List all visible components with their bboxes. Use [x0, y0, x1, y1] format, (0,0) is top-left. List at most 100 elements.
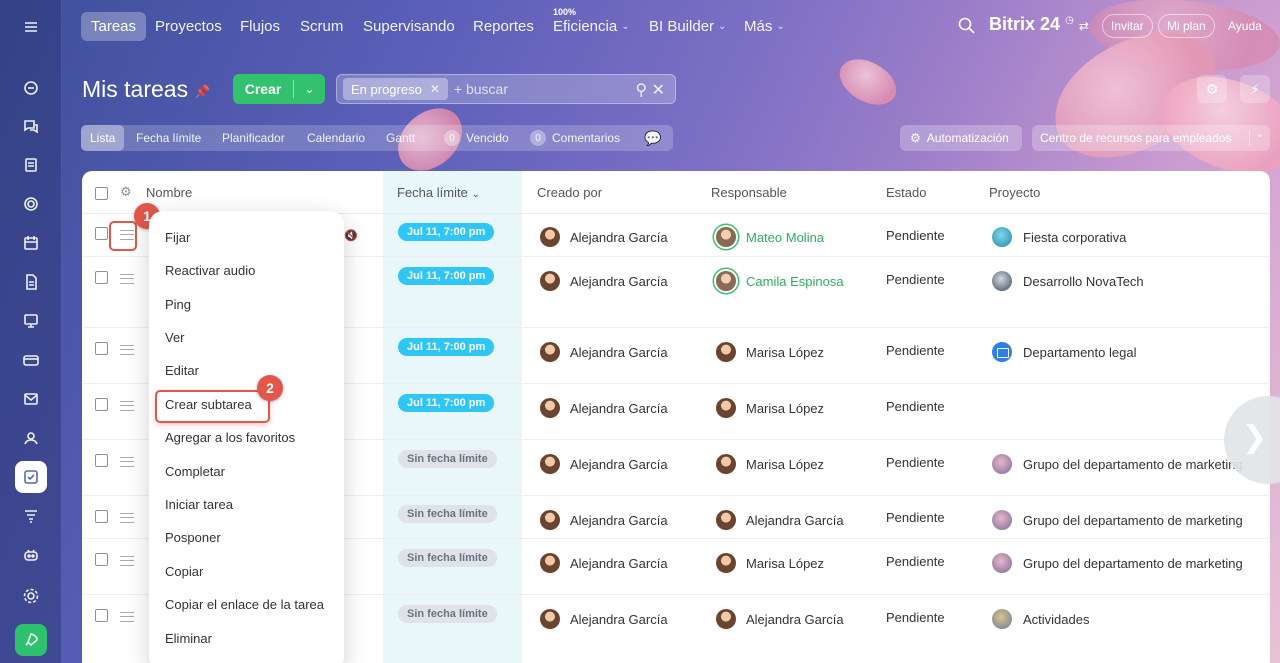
project[interactable]: Grupo del departamento de marketing	[992, 553, 1243, 573]
responsible[interactable]: Mateo Molina	[716, 227, 824, 247]
view-deadline[interactable]: Fecha límite	[136, 125, 201, 151]
menu-item-copiar-enlace[interactable]: Copiar el enlace de la tarea	[165, 597, 324, 612]
project[interactable]: Fiesta corporativa	[992, 227, 1126, 247]
row-checkbox[interactable]	[95, 454, 108, 467]
row-checkbox[interactable]	[95, 227, 108, 240]
column-header-responsible[interactable]: Responsable	[711, 185, 787, 200]
deadline-badge[interactable]: Sin fecha límite	[398, 450, 497, 468]
menu-item-eliminar[interactable]: Eliminar	[165, 631, 212, 646]
close-icon[interactable]: ✕	[430, 82, 440, 96]
tab-bi-builder[interactable]: BI Builder ⌄	[649, 12, 726, 41]
responsible[interactable]: Camila Espinosa	[716, 271, 844, 291]
brand-logo[interactable]: Bitrix 24 ◷ ⇄	[989, 14, 1089, 35]
menu-item-crear-subtarea[interactable]: Crear subtarea	[165, 397, 252, 412]
menu-item-iniciar-tarea[interactable]: Iniciar tarea	[165, 497, 233, 512]
tab-scrum[interactable]: Scrum	[300, 12, 343, 41]
menu-item-fijar[interactable]: Fijar	[165, 230, 190, 245]
select-all-checkbox[interactable]	[95, 187, 108, 200]
deadline-badge[interactable]: Jul 11, 7:00 pm	[398, 223, 495, 241]
responsible[interactable]: Marisa López	[716, 553, 824, 573]
search-input[interactable]: + buscar	[454, 81, 508, 97]
target-icon[interactable]	[15, 188, 47, 220]
menu-item-copiar[interactable]: Copiar	[165, 564, 203, 579]
rocket-icon[interactable]	[15, 624, 47, 656]
menu-item-posponer[interactable]: Posponer	[165, 530, 221, 545]
tab-flujos[interactable]: Flujos	[240, 12, 280, 41]
calendar-icon[interactable]	[15, 227, 47, 259]
task-search-bar[interactable]: En progreso ✕ + buscar ⚲ ✕	[336, 74, 676, 104]
chevron-down-icon[interactable]: ⌄	[1256, 129, 1264, 140]
deadline-badge[interactable]: Jul 11, 7:00 pm	[398, 267, 495, 285]
creator[interactable]: Alejandra García	[540, 342, 668, 362]
row-menu-icon[interactable]	[120, 457, 134, 467]
row-checkbox[interactable]	[95, 342, 108, 355]
lightning-icon[interactable]: ⚡	[1240, 75, 1270, 103]
filter-chip[interactable]: En progreso ✕	[343, 78, 448, 100]
row-checkbox[interactable]	[95, 553, 108, 566]
feed-icon[interactable]	[15, 72, 47, 104]
tab-proyectos[interactable]: Proyectos	[155, 12, 222, 41]
row-menu-icon[interactable]	[120, 556, 134, 566]
creator[interactable]: Alejandra García	[540, 454, 668, 474]
project[interactable]: Departamento legal	[992, 342, 1136, 362]
project[interactable]: Grupo del departamento de marketing	[992, 510, 1243, 530]
gear-icon[interactable]: ⚙	[1197, 75, 1227, 103]
invite-button[interactable]: Invitar	[1102, 14, 1153, 38]
filter-icon[interactable]	[15, 500, 47, 532]
column-header-status[interactable]: Estado	[886, 185, 926, 200]
resources-button[interactable]: Centro de recursos para empleados ⌄	[1032, 125, 1270, 151]
column-header-name[interactable]: Nombre	[146, 185, 192, 200]
deadline-badge[interactable]: Jul 11, 7:00 pm	[398, 338, 495, 356]
tab-supervisando[interactable]: Supervisando	[363, 12, 455, 41]
project[interactable]: Desarrollo NovaTech	[992, 271, 1144, 291]
gear-icon[interactable]: ⚙	[120, 184, 132, 200]
robot-icon[interactable]	[15, 539, 47, 571]
my-plan-button[interactable]: Mi plan	[1158, 14, 1215, 38]
deadline-badge[interactable]: Sin fecha límite	[398, 605, 497, 623]
create-button[interactable]: Crear ⌄	[233, 74, 325, 104]
tab-tareas[interactable]: Tareas	[81, 12, 147, 41]
column-header-project[interactable]: Proyecto	[989, 185, 1040, 200]
view-gantt[interactable]: Gantt	[386, 125, 415, 151]
menu-item-completar[interactable]: Completar	[165, 464, 225, 479]
automation-button[interactable]: ⚙ Automatización	[900, 125, 1022, 151]
creator[interactable]: Alejandra García	[540, 553, 668, 573]
project[interactable]: Grupo del departamento de marketing	[992, 454, 1243, 474]
tab-reportes[interactable]: Reportes	[473, 12, 534, 41]
row-menu-icon[interactable]	[120, 513, 134, 523]
row-menu-icon[interactable]	[120, 612, 134, 622]
creator[interactable]: Alejandra García	[540, 510, 668, 530]
card-icon[interactable]	[15, 344, 47, 376]
responsible[interactable]: Marisa López	[716, 398, 824, 418]
tab-mas[interactable]: Más ⌄	[744, 12, 785, 41]
chat-bubble-icon[interactable]: 💬	[644, 125, 661, 151]
pin-icon[interactable]: 📌	[194, 84, 210, 100]
notes-icon[interactable]	[15, 149, 47, 181]
menu-item-reactivar-audio[interactable]: Reactivar audio	[165, 263, 255, 278]
view-calendar[interactable]: Calendario	[307, 125, 365, 151]
row-menu-icon[interactable]	[120, 401, 134, 411]
project[interactable]: Actividades	[992, 609, 1089, 629]
row-checkbox[interactable]	[95, 609, 108, 622]
contacts-icon[interactable]	[15, 422, 47, 454]
row-checkbox[interactable]	[95, 398, 108, 411]
deadline-badge[interactable]: Sin fecha límite	[398, 549, 497, 567]
tab-eficiencia[interactable]: Eficiencia ⌄	[553, 12, 630, 41]
board-icon[interactable]	[15, 305, 47, 337]
view-list[interactable]: Lista	[81, 125, 125, 151]
mail-icon[interactable]	[15, 383, 47, 415]
row-menu-icon[interactable]	[120, 345, 134, 355]
search-icon[interactable]	[957, 16, 977, 36]
creator[interactable]: Alejandra García	[540, 227, 668, 247]
menu-item-favoritos[interactable]: Agregar a los favoritos	[165, 430, 295, 445]
creator[interactable]: Alejandra García	[540, 398, 668, 418]
deadline-badge[interactable]: Jul 11, 7:00 pm	[398, 394, 495, 412]
menu-icon[interactable]	[15, 11, 47, 43]
overdue-filter[interactable]: 0 Vencido	[444, 125, 509, 151]
responsible[interactable]: Alejandra García	[716, 609, 844, 629]
creator[interactable]: Alejandra García	[540, 271, 668, 291]
responsible[interactable]: Alejandra García	[716, 510, 844, 530]
view-planner[interactable]: Planificador	[222, 125, 285, 151]
chevron-down-icon[interactable]: ⌄	[294, 83, 325, 96]
row-checkbox[interactable]	[95, 510, 108, 523]
